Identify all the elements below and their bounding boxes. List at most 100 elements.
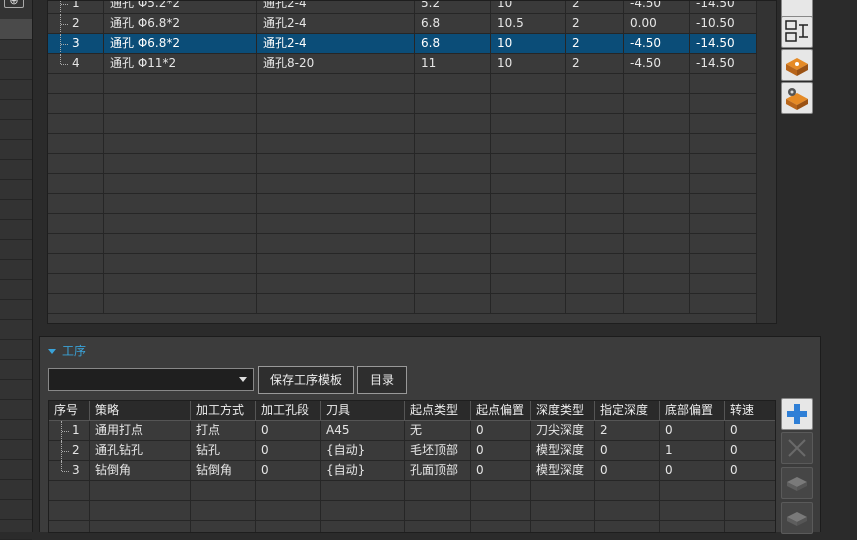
add-process-button[interactable] bbox=[781, 398, 813, 430]
hole-table-row[interactable] bbox=[48, 74, 758, 94]
hole-table-row[interactable]: 1 通孔 Φ5.2*2 通孔2-4 5.2 10 2 -4.50 -14.50 bbox=[48, 1, 758, 14]
empty-cell bbox=[566, 74, 624, 94]
left-strip-row[interactable] bbox=[0, 39, 32, 60]
table-cell: 0 bbox=[595, 441, 660, 461]
template-select[interactable] bbox=[48, 368, 254, 391]
hole-table-row[interactable] bbox=[48, 274, 758, 294]
process-panel-title[interactable]: 工序 bbox=[48, 342, 86, 359]
column-header[interactable]: 加工孔段 bbox=[256, 401, 321, 421]
hole-table-row[interactable]: 2 通孔 Φ6.8*2 通孔2-4 6.8 10.5 2 0.00 -10.50 bbox=[48, 14, 758, 34]
column-header[interactable]: 底部偏置 bbox=[660, 401, 725, 421]
empty-cell bbox=[531, 501, 595, 521]
process-row[interactable] bbox=[49, 501, 775, 521]
hole-table-row[interactable] bbox=[48, 234, 758, 254]
left-strip-row[interactable] bbox=[0, 399, 32, 420]
empty-cell bbox=[624, 94, 690, 114]
layout-tool-button[interactable] bbox=[781, 16, 813, 48]
process-row[interactable]: 2 通孔钻孔 钻孔 0 {自动} 毛坯顶部 0 模型深度 0 1 0 bbox=[49, 441, 775, 461]
empty-cell bbox=[104, 194, 257, 214]
left-strip-row[interactable] bbox=[0, 439, 32, 460]
process-row[interactable] bbox=[49, 481, 775, 501]
empty-cell bbox=[690, 254, 758, 274]
empty-cell bbox=[104, 94, 257, 114]
empty-cell bbox=[415, 194, 491, 214]
empty-cell bbox=[191, 521, 256, 532]
plus-icon bbox=[787, 404, 807, 424]
left-strip-row[interactable] bbox=[0, 99, 32, 120]
empty-cell bbox=[48, 134, 104, 154]
process-row[interactable]: 3 钻倒角 钻倒角 0 {自动} 孔面顶部 0 模型深度 0 0 0 bbox=[49, 461, 775, 481]
left-strip-row[interactable] bbox=[0, 59, 32, 80]
empty-cell bbox=[690, 134, 758, 154]
left-strip-row[interactable] bbox=[0, 79, 32, 100]
left-strip-row[interactable] bbox=[0, 19, 32, 40]
hole-table-row[interactable] bbox=[48, 194, 758, 214]
left-strip-row[interactable] bbox=[0, 279, 32, 300]
column-header[interactable]: 策略 bbox=[90, 401, 191, 421]
left-strip-row[interactable] bbox=[0, 459, 32, 480]
left-strip-row[interactable] bbox=[0, 379, 32, 400]
left-panel-strip bbox=[0, 0, 33, 540]
empty-cell bbox=[48, 174, 104, 194]
empty-cell bbox=[595, 501, 660, 521]
column-header[interactable]: 起点偏置 bbox=[471, 401, 531, 421]
empty-cell bbox=[191, 501, 256, 521]
hole-table-row[interactable]: 4 通孔 Φ11*2 通孔8-20 11 10 2 -4.50 -14.50 bbox=[48, 54, 758, 74]
column-header[interactable]: 加工方式 bbox=[191, 401, 256, 421]
left-strip-row[interactable] bbox=[0, 479, 32, 500]
left-strip-row[interactable] bbox=[0, 219, 32, 240]
move-up-button[interactable] bbox=[781, 467, 813, 499]
block-tool-button[interactable] bbox=[781, 49, 813, 81]
empty-cell bbox=[491, 274, 566, 294]
left-strip-row[interactable] bbox=[0, 159, 32, 180]
table-cell: -14.50 bbox=[690, 1, 758, 14]
hole-table-row[interactable]: 3 通孔 Φ6.8*2 通孔2-4 6.8 10 2 -4.50 -14.50 bbox=[48, 34, 758, 54]
column-header[interactable]: 指定深度 bbox=[595, 401, 660, 421]
empty-cell bbox=[491, 174, 566, 194]
empty-cell bbox=[321, 501, 405, 521]
column-header[interactable]: 序号 bbox=[49, 401, 90, 421]
hole-table-row[interactable] bbox=[48, 214, 758, 234]
empty-cell bbox=[257, 174, 415, 194]
process-row[interactable] bbox=[49, 521, 775, 532]
empty-cell bbox=[104, 254, 257, 274]
column-header[interactable]: 转速 bbox=[725, 401, 775, 421]
column-header[interactable]: 起点类型 bbox=[405, 401, 471, 421]
left-strip-row[interactable] bbox=[0, 119, 32, 140]
hole-table-row[interactable] bbox=[48, 94, 758, 114]
left-strip-row[interactable] bbox=[0, 259, 32, 280]
block-down-icon bbox=[787, 512, 807, 526]
left-strip-row[interactable] bbox=[0, 139, 32, 160]
table-cell: -4.50 bbox=[624, 34, 690, 54]
add-icon[interactable]: ⊕ bbox=[4, 0, 24, 8]
catalog-button[interactable]: 目录 bbox=[357, 366, 407, 394]
delete-process-button[interactable] bbox=[781, 432, 813, 464]
column-header[interactable]: 深度类型 bbox=[531, 401, 595, 421]
block-gear-tool-button[interactable] bbox=[781, 82, 813, 114]
column-header[interactable]: 刀具 bbox=[321, 401, 405, 421]
left-strip-row[interactable] bbox=[0, 499, 32, 520]
left-strip-row[interactable] bbox=[0, 359, 32, 380]
left-strip-row[interactable] bbox=[0, 199, 32, 220]
left-strip-row[interactable] bbox=[0, 419, 32, 440]
hole-table-row[interactable] bbox=[48, 134, 758, 154]
process-row[interactable]: 1 通用打点 打点 0 A45 无 0 刀尖深度 2 0 0 bbox=[49, 421, 775, 441]
move-down-button[interactable] bbox=[781, 502, 813, 534]
chevron-down-icon[interactable] bbox=[239, 377, 247, 382]
hole-table-row[interactable] bbox=[48, 114, 758, 134]
hole-table-row[interactable] bbox=[48, 254, 758, 274]
collapse-arrow-icon[interactable] bbox=[48, 349, 56, 354]
save-template-button[interactable]: 保存工序模板 bbox=[258, 366, 354, 394]
table-cell: {自动} bbox=[321, 461, 405, 481]
left-strip-row[interactable] bbox=[0, 299, 32, 320]
hole-table-row[interactable] bbox=[48, 154, 758, 174]
left-strip-row[interactable] bbox=[0, 519, 32, 540]
empty-cell bbox=[257, 194, 415, 214]
hole-table-row[interactable] bbox=[48, 294, 758, 314]
left-strip-row[interactable] bbox=[0, 319, 32, 340]
left-strip-row[interactable] bbox=[0, 339, 32, 360]
left-strip-row[interactable] bbox=[0, 179, 32, 200]
hole-table-row[interactable] bbox=[48, 174, 758, 194]
left-strip-row[interactable] bbox=[0, 239, 32, 260]
vertical-scrollbar[interactable] bbox=[756, 1, 776, 323]
